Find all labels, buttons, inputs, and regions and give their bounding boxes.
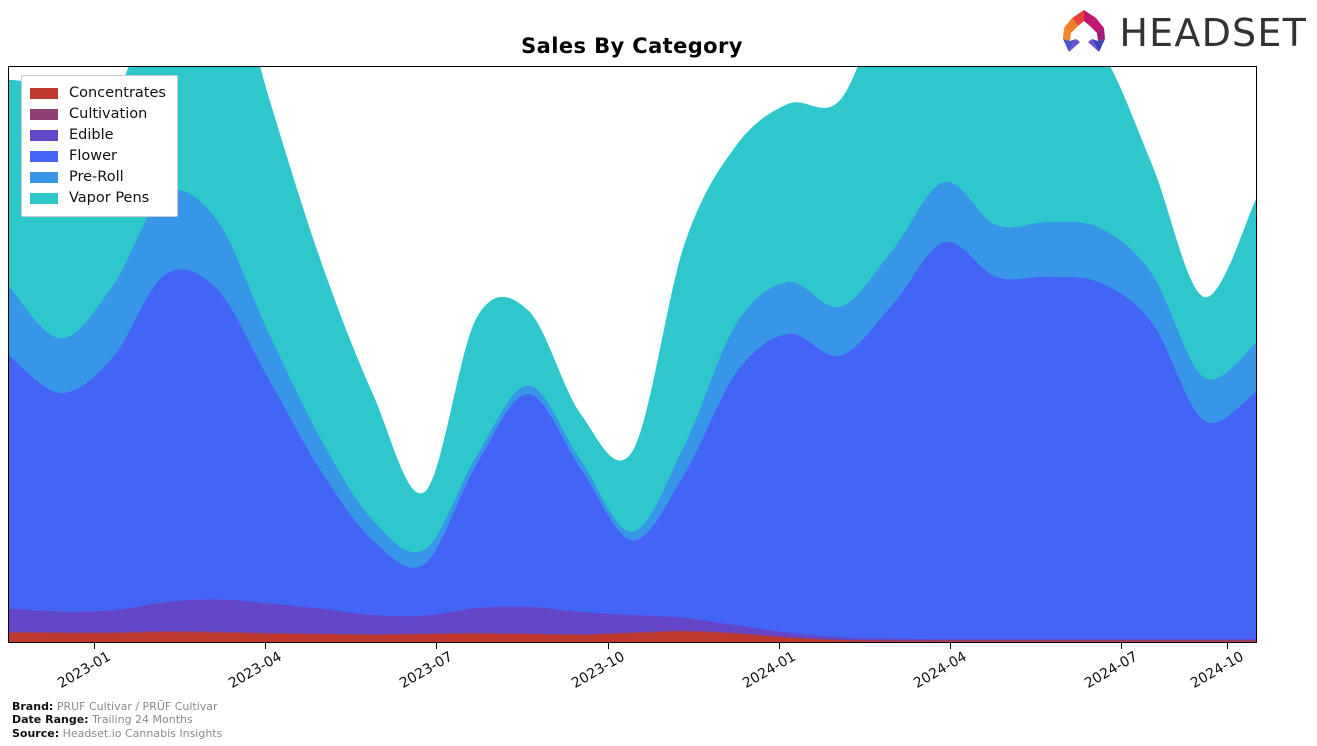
legend-label-cultivation: Cultivation (69, 106, 148, 123)
legend-swatch-concentrates (30, 88, 58, 99)
x-axis: 2023-01 2023-04 2023-07 2023-10 2024-01 2024-… (8, 643, 1257, 703)
legend-swatch-cultivation (30, 109, 58, 120)
legend-item[interactable]: Vapor Pens (30, 188, 166, 209)
stacked-area-chart (9, 67, 1256, 642)
x-axis-tick (94, 643, 95, 649)
x-axis-tick (779, 643, 780, 649)
x-axis-tick-label: 2024-01 (739, 648, 799, 692)
x-axis-tick (1121, 643, 1122, 649)
area-series-flower (9, 241, 1256, 642)
legend-item[interactable]: Pre-Roll (30, 167, 166, 188)
x-axis-tick (265, 643, 266, 649)
footer-key-date-range: Date Range: (12, 713, 89, 726)
footer-value-date-range: Trailing 24 Months (92, 713, 193, 726)
x-axis-tick-label: 2024-10 (1187, 648, 1247, 692)
legend-item[interactable]: Edible (30, 125, 166, 146)
chart-footer: Brand: PRUF Cultivar / PRŪF Cultivar Dat… (12, 700, 222, 741)
x-axis-tick (950, 643, 951, 649)
x-axis-tick-label: 2024-07 (1081, 648, 1141, 692)
brand-logo-text: HEADSET (1119, 11, 1307, 55)
footer-row-date-range: Date Range: Trailing 24 Months (12, 713, 222, 727)
legend-item[interactable]: Flower (30, 146, 166, 167)
footer-value-brand: PRUF Cultivar / PRŪF Cultivar (56, 699, 218, 713)
legend-item[interactable]: Cultivation (30, 104, 166, 125)
chart-plot-area: Concentrates Cultivation Edible Flower P… (8, 66, 1257, 643)
x-axis-tick-label: 2024-04 (910, 648, 970, 692)
x-axis-tick-label: 2023-10 (568, 648, 628, 692)
x-axis-tick-label: 2023-07 (396, 648, 456, 692)
legend-label-concentrates: Concentrates (69, 85, 166, 102)
legend-swatch-preroll (30, 172, 58, 183)
legend-item[interactable]: Concentrates (30, 83, 166, 104)
chart-legend: Concentrates Cultivation Edible Flower P… (21, 75, 178, 217)
legend-label-vaporpens: Vapor Pens (69, 190, 150, 207)
footer-key-brand: Brand: (12, 699, 54, 713)
legend-label-preroll: Pre-Roll (69, 169, 124, 186)
headset-arch-logo-icon (1058, 8, 1110, 58)
footer-row-brand: Brand: PRUF Cultivar / PRŪF Cultivar (12, 700, 222, 714)
footer-key-source: Source: (12, 726, 60, 740)
x-axis-tick-label: 2023-04 (225, 648, 285, 692)
legend-swatch-flower (30, 151, 58, 162)
legend-swatch-edible (30, 130, 58, 141)
footer-row-source: Source: Headset.io Cannabis Insights (12, 727, 222, 741)
x-axis-tick (436, 643, 437, 649)
brand-logo: HEADSET (1058, 8, 1307, 58)
legend-label-edible: Edible (69, 127, 114, 144)
x-axis-tick (1227, 643, 1228, 649)
footer-value-source: Headset.io Cannabis Insights (62, 726, 223, 740)
legend-label-flower: Flower (69, 148, 117, 165)
x-axis-tick (608, 643, 609, 649)
legend-swatch-vaporpens (30, 193, 58, 204)
x-axis-tick-label: 2023-01 (54, 648, 114, 692)
